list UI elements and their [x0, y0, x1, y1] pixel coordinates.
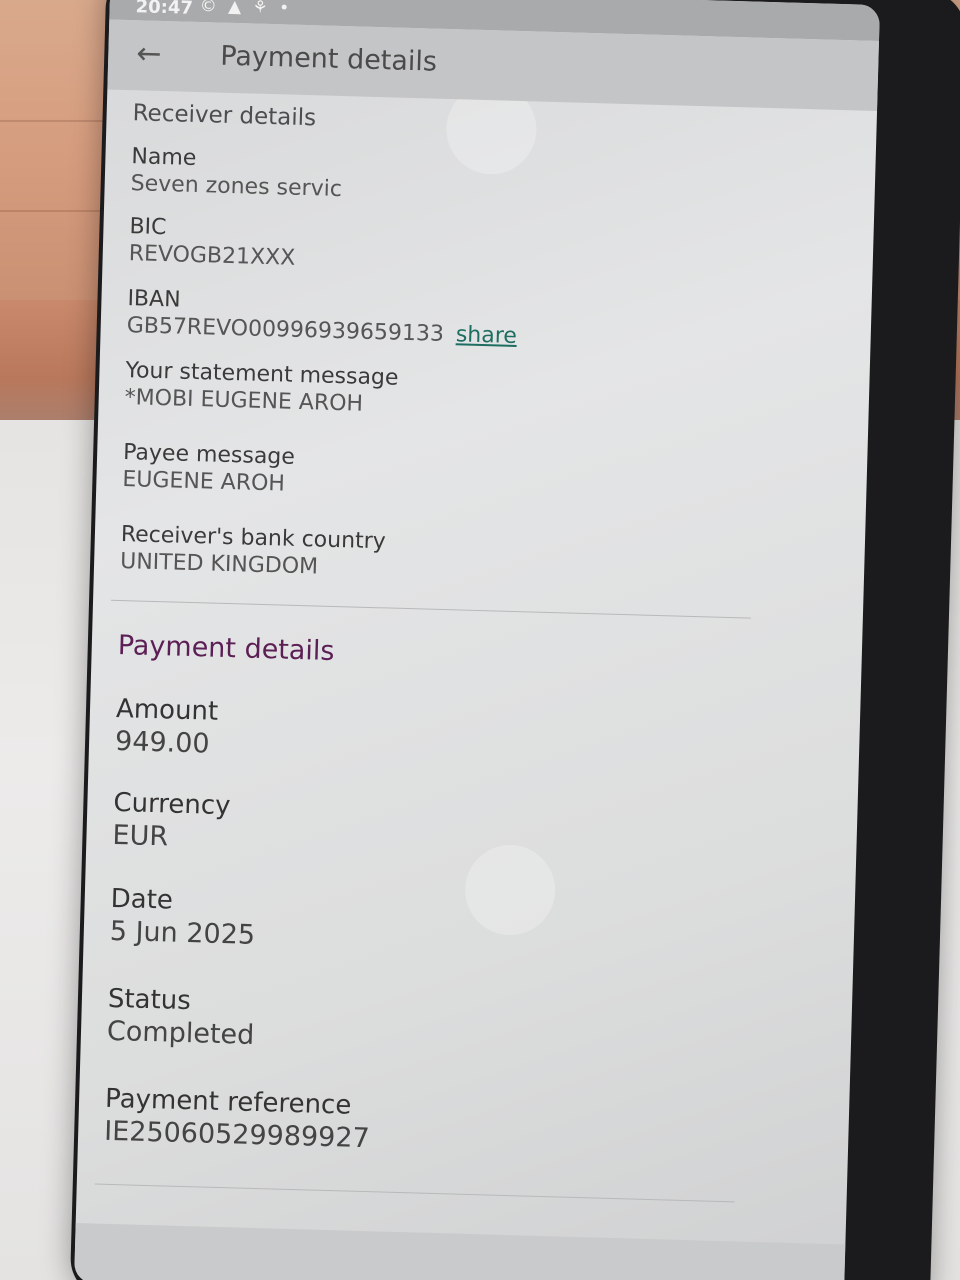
field-value-status: Completed: [106, 1015, 255, 1051]
screen-glare: [463, 843, 557, 937]
section-divider: [94, 1183, 735, 1203]
field-label-status: Status: [107, 983, 192, 1017]
field-value-bank-country: UNITED KINGDOM: [119, 549, 319, 580]
share-link[interactable]: share: [456, 322, 518, 349]
page-title: Payment details: [219, 40, 438, 78]
section-title-payment: Payment details: [117, 629, 335, 668]
field-name: Name Seven zones servic: [130, 144, 343, 202]
field-value-date: 5 Jun 2025: [109, 915, 256, 951]
phone-screen: 20:47 © ▲ ⚘ • ← Payment details Receiver…: [74, 0, 880, 1280]
section-divider: [111, 599, 751, 619]
section-title-receiver: Receiver details: [132, 100, 317, 132]
field-value-statement-message: *MOBI EUGENE AROH: [124, 385, 364, 417]
field-amount: Amount 949.00: [115, 694, 219, 760]
field-currency: Currency EUR: [112, 788, 231, 854]
field-label-payee-message: Payee message: [122, 440, 296, 470]
field-iban: IBAN GB57REVO00996939659133 share: [126, 286, 518, 349]
field-payment-reference: Payment reference IE25060529989927: [104, 1084, 371, 1154]
field-payee-message: Payee message EUGENE AROH: [122, 440, 295, 497]
field-value-payment-reference: IE25060529989927: [103, 1115, 371, 1155]
field-value-amount: 949.00: [114, 725, 211, 760]
field-date: Date 5 Jun 2025: [109, 884, 256, 951]
field-value-currency: EUR: [112, 819, 169, 853]
field-label-date: Date: [110, 883, 174, 916]
field-value-name: Seven zones servic: [130, 171, 343, 203]
status-icons: © ▲ ⚘ •: [199, 0, 293, 19]
field-status: Status Completed: [107, 984, 256, 1051]
bottom-bar: [74, 1223, 846, 1280]
field-label-amount: Amount: [115, 693, 219, 727]
field-bic: BIC REVOGB21XXX: [128, 214, 296, 271]
field-value-bic: REVOGB21XXX: [128, 241, 296, 271]
field-label-currency: Currency: [113, 787, 231, 822]
back-arrow-icon[interactable]: ←: [136, 36, 162, 72]
field-statement-message: Your statement message *MOBI EUGENE AROH: [124, 358, 398, 418]
field-label-bic: BIC: [129, 214, 167, 241]
field-bank-country: Receiver's bank country UNITED KINGDOM: [120, 522, 386, 581]
status-time: 20:47: [135, 0, 194, 19]
field-label-name: Name: [131, 144, 197, 171]
field-value-payee-message: EUGENE AROH: [122, 467, 286, 497]
field-label-payment-reference: Payment reference: [104, 1083, 352, 1121]
